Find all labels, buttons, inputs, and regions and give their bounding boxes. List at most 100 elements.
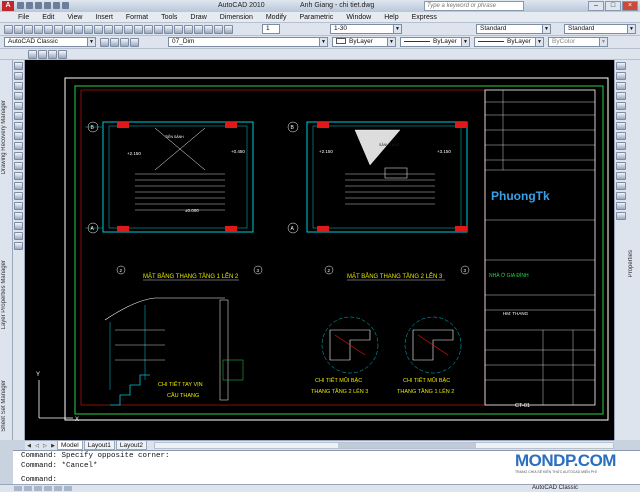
ortho-toggle[interactable] bbox=[34, 486, 42, 491]
layer-combo[interactable]: 07_Dim ▼ bbox=[168, 37, 328, 47]
zoom-previous-icon[interactable] bbox=[154, 25, 163, 34]
polar-toggle[interactable] bbox=[44, 486, 52, 491]
first-tab-arrow-icon[interactable]: ◀ bbox=[25, 442, 33, 450]
grid-toggle[interactable] bbox=[24, 486, 32, 491]
properties-palette-tab[interactable]: Properties bbox=[628, 250, 634, 277]
preview-icon[interactable] bbox=[44, 25, 53, 34]
menu-window[interactable]: Window bbox=[346, 14, 371, 21]
mirror-icon[interactable] bbox=[616, 82, 626, 90]
stretch-icon[interactable] bbox=[616, 142, 626, 150]
layer-properties-manager-tab[interactable]: Layer Properties Manager bbox=[1, 260, 7, 329]
zoom-window-icon[interactable] bbox=[144, 25, 153, 34]
menu-format[interactable]: Format bbox=[126, 14, 148, 21]
undo-tool-icon[interactable] bbox=[104, 25, 113, 34]
tab-layout1[interactable]: Layout1 bbox=[83, 441, 115, 450]
horizontal-scrollbar[interactable] bbox=[154, 442, 614, 449]
construction-line-icon[interactable] bbox=[14, 72, 23, 80]
zoom-realtime-icon[interactable] bbox=[134, 25, 143, 34]
insert-block-icon[interactable] bbox=[14, 172, 23, 180]
revision-cloud-icon[interactable] bbox=[14, 132, 23, 140]
publish-icon[interactable] bbox=[54, 25, 63, 34]
break-icon[interactable] bbox=[616, 172, 626, 180]
cut-icon[interactable] bbox=[64, 25, 73, 34]
copy-icon[interactable] bbox=[74, 25, 83, 34]
paste-icon[interactable] bbox=[84, 25, 93, 34]
array-icon[interactable] bbox=[616, 102, 626, 110]
lock-icon[interactable] bbox=[130, 38, 139, 47]
redo-icon[interactable] bbox=[53, 2, 60, 9]
sheet-set-icon[interactable] bbox=[194, 25, 203, 34]
menu-modify[interactable]: Modify bbox=[266, 14, 287, 21]
workspace-status[interactable]: AutoCAD Classic bbox=[532, 485, 578, 492]
maximize-button[interactable]: □ bbox=[605, 1, 621, 11]
otrack-toggle[interactable] bbox=[64, 486, 72, 491]
snap-toggle[interactable] bbox=[14, 486, 22, 491]
menu-draw[interactable]: Draw bbox=[190, 14, 206, 21]
tool-palettes-icon[interactable] bbox=[184, 25, 193, 34]
color-combo[interactable]: ByLayer ▼ bbox=[332, 37, 396, 47]
calculator-icon[interactable] bbox=[214, 25, 223, 34]
table-icon[interactable] bbox=[14, 232, 23, 240]
rectangle-icon[interactable] bbox=[14, 102, 23, 110]
print-icon[interactable] bbox=[34, 25, 43, 34]
undo-icon[interactable] bbox=[44, 2, 51, 9]
line-icon[interactable] bbox=[14, 62, 23, 70]
scale-icon[interactable] bbox=[616, 132, 626, 140]
multiline-text-icon[interactable] bbox=[14, 242, 23, 250]
qnew-icon[interactable] bbox=[4, 25, 13, 34]
prev-tab-arrow-icon[interactable]: ◁ bbox=[33, 442, 41, 450]
trim-icon[interactable] bbox=[616, 152, 626, 160]
radius-dim-icon[interactable] bbox=[48, 50, 57, 59]
sun-icon[interactable] bbox=[120, 38, 129, 47]
markup-icon[interactable] bbox=[204, 25, 213, 34]
open-file-icon[interactable] bbox=[14, 25, 23, 34]
menu-insert[interactable]: Insert bbox=[95, 14, 113, 21]
polygon-icon[interactable] bbox=[14, 92, 23, 100]
menu-edit[interactable]: Edit bbox=[42, 14, 54, 21]
rotate-icon[interactable] bbox=[616, 122, 626, 130]
spline-icon[interactable] bbox=[14, 142, 23, 150]
move-icon[interactable] bbox=[616, 112, 626, 120]
menu-view[interactable]: View bbox=[67, 14, 82, 21]
application-menu-button[interactable]: A bbox=[2, 1, 14, 11]
properties-icon[interactable] bbox=[164, 25, 173, 34]
menu-parametric[interactable]: Parametric bbox=[299, 14, 333, 21]
close-button[interactable]: × bbox=[622, 1, 638, 11]
chamfer-icon[interactable] bbox=[616, 192, 626, 200]
extend-icon[interactable] bbox=[616, 162, 626, 170]
open-icon[interactable] bbox=[26, 2, 33, 9]
osnap-toggle[interactable] bbox=[54, 486, 62, 491]
gradient-icon[interactable] bbox=[14, 212, 23, 220]
linear-dim-icon[interactable] bbox=[28, 50, 37, 59]
minimize-button[interactable]: – bbox=[588, 1, 604, 11]
tab-model[interactable]: Model bbox=[57, 441, 83, 450]
save-icon[interactable] bbox=[35, 2, 42, 9]
ellipse-icon[interactable] bbox=[14, 152, 23, 160]
menu-tools[interactable]: Tools bbox=[161, 14, 177, 21]
menu-file[interactable]: File bbox=[18, 14, 29, 21]
plot-icon[interactable] bbox=[62, 2, 69, 9]
help-icon[interactable] bbox=[224, 25, 233, 34]
scrollbar-thumb[interactable] bbox=[338, 443, 476, 448]
plotstyle-combo[interactable]: ByColor ▼ bbox=[548, 37, 608, 47]
erase-icon[interactable] bbox=[616, 62, 626, 70]
design-center-icon[interactable] bbox=[174, 25, 183, 34]
make-block-icon[interactable] bbox=[14, 182, 23, 190]
next-tab-arrow-icon[interactable]: ▷ bbox=[41, 442, 49, 450]
polyline-icon[interactable] bbox=[14, 82, 23, 90]
menu-express[interactable]: Express bbox=[412, 14, 437, 21]
last-tab-arrow-icon[interactable]: ▶ bbox=[49, 442, 57, 450]
redo-tool-icon[interactable] bbox=[114, 25, 123, 34]
aligned-dim-icon[interactable] bbox=[38, 50, 47, 59]
hatch-icon[interactable] bbox=[14, 202, 23, 210]
text-style-combo[interactable]: Standard ▼ bbox=[476, 24, 551, 34]
dim-scale-combo[interactable]: 1-30 ▼ bbox=[330, 24, 402, 34]
sheet-set-manager-tab[interactable]: Sheet Set Manager bbox=[1, 380, 7, 432]
copy-object-icon[interactable] bbox=[616, 72, 626, 80]
save-file-icon[interactable] bbox=[24, 25, 33, 34]
layer-manager-icon[interactable] bbox=[100, 38, 109, 47]
dim-style-combo[interactable]: Standard ▼ bbox=[564, 24, 636, 34]
workspace-combo[interactable]: AutoCAD Classic ▼ bbox=[4, 37, 96, 47]
menu-dimension[interactable]: Dimension bbox=[220, 14, 253, 21]
lightbulb-icon[interactable] bbox=[110, 38, 119, 47]
